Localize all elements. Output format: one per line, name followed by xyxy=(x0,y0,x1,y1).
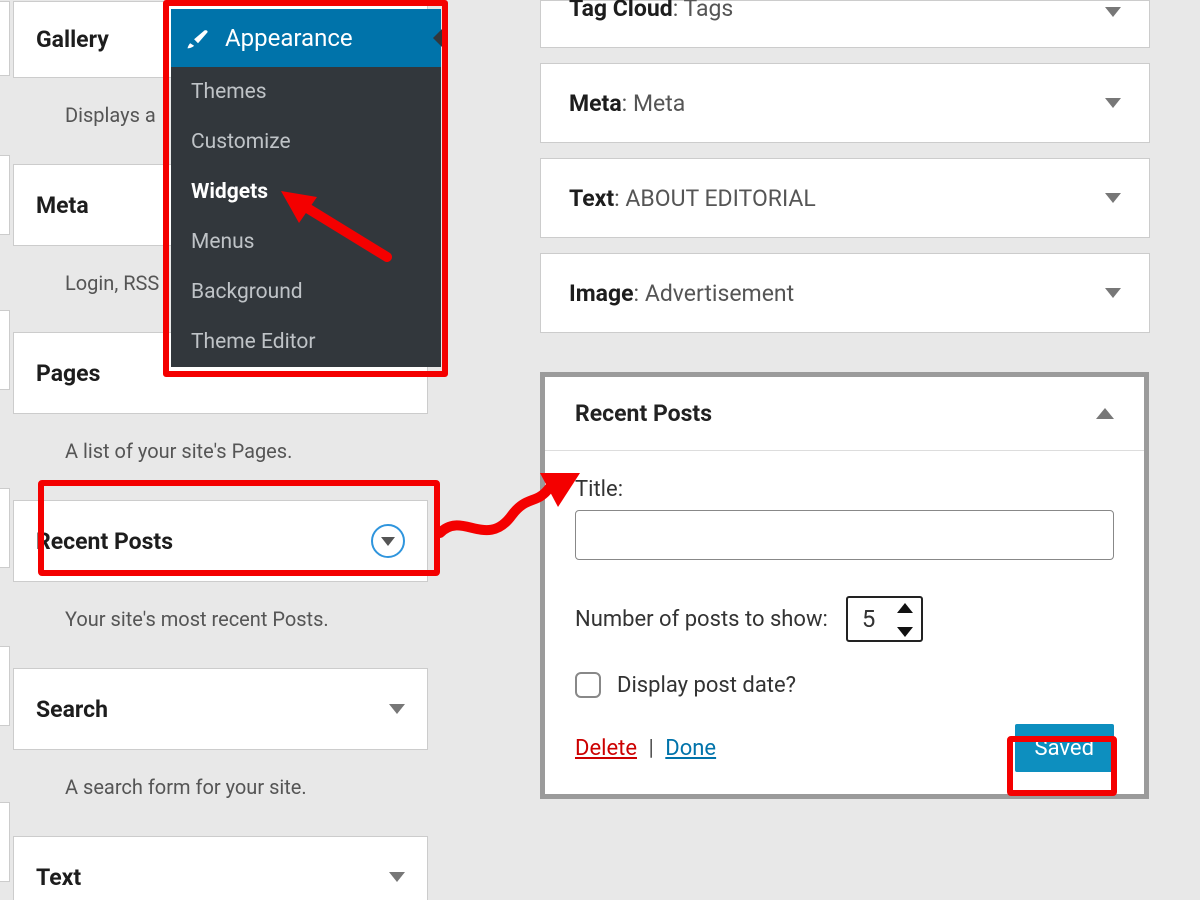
sb-value: Tags xyxy=(684,0,734,22)
sb-label: Text xyxy=(569,185,614,212)
available-widget-search[interactable]: Search xyxy=(13,668,428,750)
title-input[interactable] xyxy=(575,510,1114,560)
sb-value: Meta xyxy=(633,90,685,117)
sb-label: Meta xyxy=(569,90,622,117)
recent-posts-widget-panel: Recent Posts Title: Number of posts to s… xyxy=(540,372,1149,799)
appearance-submenu: Appearance Themes Customize Widgets Menu… xyxy=(171,9,441,367)
chevron-down-icon xyxy=(1105,98,1121,108)
menu-item-menus[interactable]: Menus xyxy=(171,217,441,267)
chevron-up-icon xyxy=(1096,408,1114,419)
num-posts-input[interactable]: 5 xyxy=(846,596,923,642)
number-spinner[interactable] xyxy=(897,603,915,637)
widget-description: A list of your site's Pages. xyxy=(13,414,428,488)
panel-header[interactable]: Recent Posts xyxy=(545,377,1144,451)
sidebar-widgets-column: Tag Cloud: Tags Meta: Meta Text: ABOUT E… xyxy=(540,0,1150,333)
menu-item-themes[interactable]: Themes xyxy=(171,67,441,117)
spinner-down-icon[interactable] xyxy=(897,627,913,637)
left-column-sliver xyxy=(0,0,10,900)
chevron-down-icon xyxy=(1105,193,1121,203)
saved-button[interactable]: Saved xyxy=(1015,724,1114,772)
sb-label: Image xyxy=(569,280,634,307)
done-link[interactable]: Done xyxy=(665,736,716,761)
sb-value: Advertisement xyxy=(645,280,794,307)
menu-heading-appearance[interactable]: Appearance xyxy=(171,9,441,67)
display-date-checkbox[interactable] xyxy=(575,672,601,698)
menu-item-widgets[interactable]: Widgets xyxy=(171,167,441,217)
widget-title: Gallery xyxy=(36,26,109,53)
paintbrush-icon xyxy=(185,25,211,51)
sb-label: Tag Cloud xyxy=(569,0,673,22)
widget-title: Recent Posts xyxy=(36,528,173,555)
widget-description: A search form for your site. xyxy=(13,750,428,824)
chevron-down-icon xyxy=(1105,288,1121,298)
sidebar-widget-meta[interactable]: Meta: Meta xyxy=(540,63,1150,143)
separator: | xyxy=(648,736,653,761)
num-posts-label: Number of posts to show: xyxy=(575,607,828,632)
available-widget-text[interactable]: Text xyxy=(13,836,428,900)
chevron-down-icon xyxy=(389,704,405,714)
spinner-up-icon[interactable] xyxy=(897,603,913,613)
chevron-down-icon xyxy=(1105,7,1121,17)
title-label: Title: xyxy=(575,477,1114,502)
menu-item-background[interactable]: Background xyxy=(171,267,441,317)
delete-link[interactable]: Delete xyxy=(575,736,637,761)
menu-item-customize[interactable]: Customize xyxy=(171,117,441,167)
widget-title: Meta xyxy=(36,192,89,219)
widget-description: Your site's most recent Posts. xyxy=(13,582,428,656)
widget-title: Text xyxy=(36,864,81,891)
sidebar-widget-image[interactable]: Image: Advertisement xyxy=(540,253,1150,333)
sidebar-widget-tag-cloud[interactable]: Tag Cloud: Tags xyxy=(540,0,1150,48)
chevron-down-icon xyxy=(381,537,395,546)
num-posts-value: 5 xyxy=(862,605,876,633)
panel-title: Recent Posts xyxy=(575,400,712,427)
display-date-label: Display post date? xyxy=(617,673,796,698)
sb-value: ABOUT EDITORIAL xyxy=(625,185,815,212)
widget-title: Search xyxy=(36,696,108,723)
menu-item-theme-editor[interactable]: Theme Editor xyxy=(171,317,441,367)
available-widget-recent-posts[interactable]: Recent Posts xyxy=(13,500,428,582)
expand-toggle-icon[interactable] xyxy=(371,524,405,558)
menu-heading-label: Appearance xyxy=(225,24,353,52)
sidebar-widget-text[interactable]: Text: ABOUT EDITORIAL xyxy=(540,158,1150,238)
widget-title: Pages xyxy=(36,360,100,387)
chevron-down-icon xyxy=(389,872,405,882)
